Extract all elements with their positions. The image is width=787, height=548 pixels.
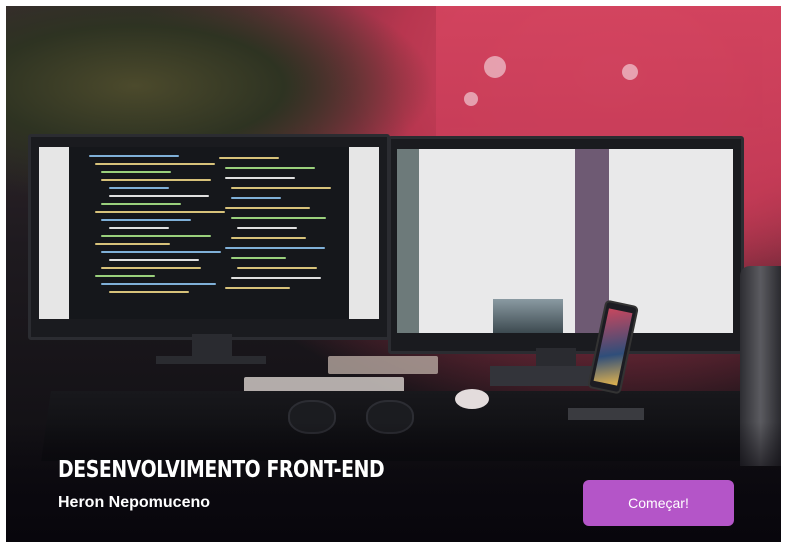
right-monitor	[388, 136, 744, 354]
start-button[interactable]: Começar!	[583, 480, 734, 526]
code-editor-screen	[39, 147, 379, 319]
browser-screen	[397, 149, 733, 333]
instructor-name: Heron Nepomuceno	[58, 494, 211, 511]
course-title: DESENVOLVIMENTO FRONT-END	[58, 457, 385, 483]
book	[328, 356, 438, 374]
mouse	[455, 389, 489, 409]
left-monitor	[28, 134, 390, 340]
